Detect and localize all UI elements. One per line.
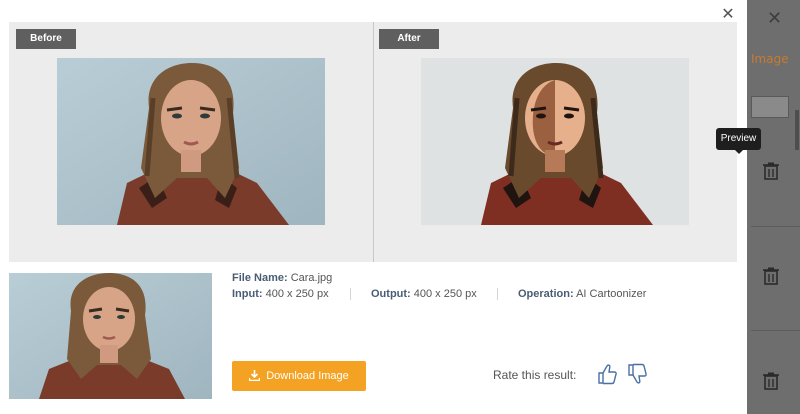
operation-row: Operation: AI Cartoonizer	[518, 288, 646, 300]
input-value: 400 x 250 px	[265, 288, 329, 300]
download-image-button[interactable]: Download Image	[232, 361, 366, 391]
output-label: Output:	[371, 288, 411, 300]
thumbs-up-icon[interactable]	[597, 363, 617, 385]
output-size-row: Output: 400 x 250 px	[371, 288, 477, 300]
info-separator	[350, 288, 351, 300]
background-divider	[751, 226, 800, 227]
before-label: Before	[16, 29, 76, 49]
trash-icon	[763, 372, 779, 390]
close-icon[interactable]: ✕	[720, 6, 736, 22]
original-thumbnail	[9, 273, 212, 399]
trash-icon	[763, 162, 779, 180]
thumbs-down-icon[interactable]	[627, 363, 647, 385]
operation-value: AI Cartoonizer	[576, 288, 647, 300]
after-label: After	[379, 29, 439, 49]
preview-modal: ✕ Before After File Name: Cara.jpg Input…	[0, 0, 747, 414]
background-image-link: Image	[751, 52, 789, 66]
download-icon	[249, 370, 261, 382]
background-divider	[751, 330, 800, 331]
background-scrollbar	[795, 110, 799, 150]
trash-icon	[763, 267, 779, 285]
background-panel: ✕ Image	[747, 0, 800, 414]
output-value: 400 x 250 px	[413, 288, 477, 300]
after-image	[421, 58, 689, 225]
background-close-icon: ✕	[767, 8, 783, 29]
input-size-row: Input: 400 x 250 px	[232, 288, 329, 300]
comparison-divider	[373, 22, 374, 262]
info-separator	[497, 288, 498, 300]
file-name-value: Cara.jpg	[290, 272, 333, 284]
background-input	[751, 96, 789, 118]
download-button-label: Download Image	[266, 370, 349, 382]
file-name-label: File Name:	[232, 272, 288, 284]
input-label: Input:	[232, 288, 263, 300]
rate-result-label: Rate this result:	[493, 368, 577, 382]
before-image	[57, 58, 325, 225]
preview-tooltip: Preview	[716, 128, 761, 154]
before-after-comparison: Before After	[9, 22, 737, 262]
file-name-row: File Name: Cara.jpg	[232, 272, 332, 284]
operation-label: Operation:	[518, 288, 574, 300]
